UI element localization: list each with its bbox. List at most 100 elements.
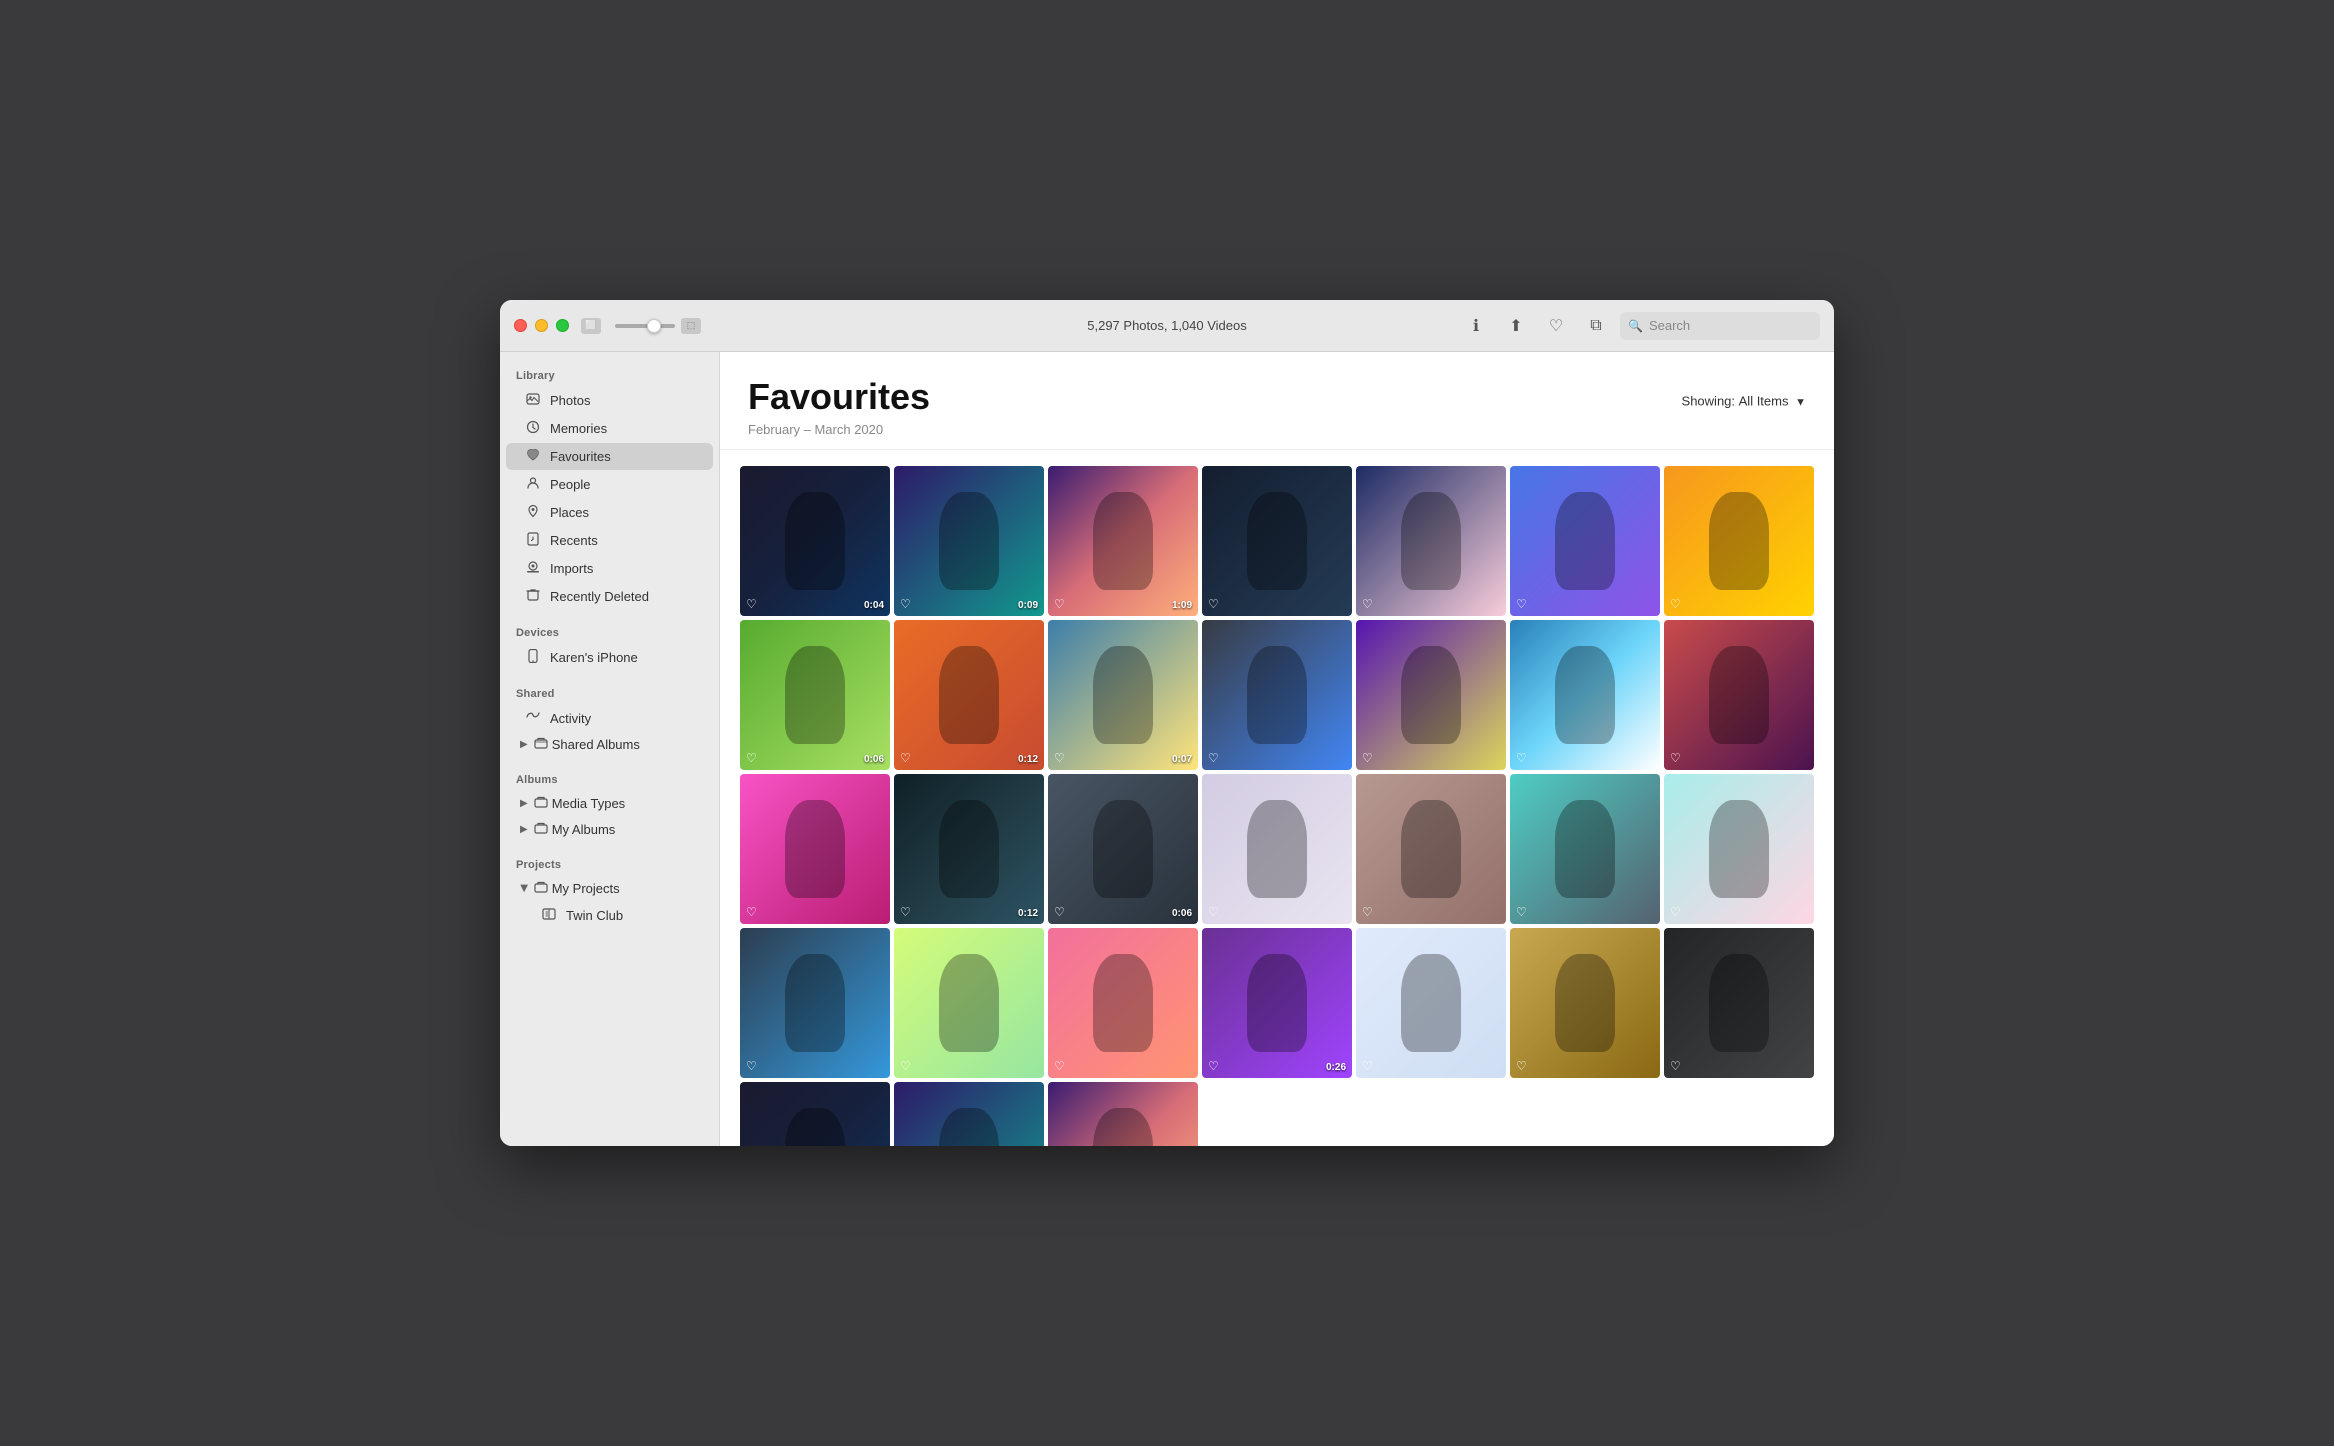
heart-icon-24: ♡ — [1054, 1059, 1065, 1073]
sidebar-item-memories[interactable]: Memories — [506, 415, 713, 442]
photo-cell-19[interactable]: ♡ — [1356, 774, 1506, 924]
close-button[interactable] — [514, 319, 527, 332]
photo-cell-13[interactable]: ♡ — [1510, 620, 1660, 770]
photo-cell-7[interactable]: ♡ — [1664, 466, 1814, 616]
sidebar-item-my-projects[interactable]: ▶ My Projects — [506, 876, 713, 901]
sidebar-item-twin-club[interactable]: Twin Club — [506, 902, 713, 928]
photo-figure-13 — [1555, 646, 1615, 744]
photo-cell-21[interactable]: ♡ — [1664, 774, 1814, 924]
sidebar-item-my-albums[interactable]: ▶ My Albums — [506, 817, 713, 842]
heart-icon-19: ♡ — [1362, 905, 1373, 919]
share-button[interactable]: ⬆ — [1500, 310, 1532, 342]
sidebar-item-places[interactable]: Places — [506, 499, 713, 526]
photo-cell-31[interactable]: 0:25♡ — [1048, 1082, 1198, 1146]
heart-icon-5: ♡ — [1362, 597, 1373, 611]
heart-icon-23: ♡ — [900, 1059, 911, 1073]
sidebar: Library Photos — [500, 352, 720, 1146]
photo-cell-17[interactable]: 0:06♡ — [1048, 774, 1198, 924]
photo-content-1 — [740, 466, 890, 616]
photo-cell-28[interactable]: ♡ — [1664, 928, 1814, 1078]
photo-figure-30 — [939, 1108, 999, 1146]
sidebar-item-shared-albums[interactable]: ▶ Shared Albums — [506, 732, 713, 757]
activity-label: Activity — [550, 711, 591, 726]
twin-club-icon — [540, 907, 558, 923]
maximize-button[interactable] — [556, 319, 569, 332]
photo-cell-25[interactable]: 0:26♡ — [1202, 928, 1352, 1078]
media-types-icon — [534, 796, 548, 811]
photo-cell-20[interactable]: ♡ — [1510, 774, 1660, 924]
photo-content-5 — [1356, 466, 1506, 616]
toolbar-right: ℹ ⬆ ♡ ⧉ 🔍 Search — [1460, 310, 1820, 342]
photo-cell-5[interactable]: ♡ — [1356, 466, 1506, 616]
favourite-button[interactable]: ♡ — [1540, 310, 1572, 342]
photo-content-28 — [1664, 928, 1814, 1078]
slideshow-button[interactable]: ⧉ — [1580, 310, 1612, 342]
photo-cell-12[interactable]: ♡ — [1356, 620, 1506, 770]
titlebar: ⬜ ⬚ 5,297 Photos, 1,040 Videos ℹ ⬆ ♡ ⧉ 🔍… — [500, 300, 1834, 352]
photo-figure-25 — [1247, 954, 1307, 1052]
photo-cell-18[interactable]: ♡ — [1202, 774, 1352, 924]
photo-cell-22[interactable]: ♡ — [740, 928, 890, 1078]
minimize-button[interactable] — [535, 319, 548, 332]
activity-icon — [524, 710, 542, 726]
albums-section-title: Albums — [500, 766, 719, 790]
photo-content-8 — [740, 620, 890, 770]
photo-cell-2[interactable]: 0:09♡ — [894, 466, 1044, 616]
iphone-icon — [524, 649, 542, 666]
sidebar-item-activity[interactable]: Activity — [506, 705, 713, 731]
places-label: Places — [550, 505, 589, 520]
media-types-expand-icon: ▶ — [520, 798, 528, 809]
photo-cell-27[interactable]: ♡ — [1510, 928, 1660, 1078]
photo-figure-31 — [1093, 1108, 1153, 1146]
photo-cell-6[interactable]: ♡ — [1510, 466, 1660, 616]
heart-icon-3: ♡ — [1054, 597, 1065, 611]
video-duration-9: 0:12 — [1018, 754, 1038, 765]
video-duration-10: 0:07 — [1172, 754, 1192, 765]
photo-cell-29[interactable]: ♡ — [740, 1082, 890, 1146]
photo-cell-3[interactable]: 1:09♡ — [1048, 466, 1198, 616]
heart-icon-2: ♡ — [900, 597, 911, 611]
sidebar-item-media-types[interactable]: ▶ Media Types — [506, 791, 713, 816]
photo-cell-23[interactable]: ♡ — [894, 928, 1044, 1078]
photo-cell-30[interactable]: 0:08♡ — [894, 1082, 1044, 1146]
sidebar-item-imports[interactable]: Imports — [506, 555, 713, 582]
sidebar-toggle-icon[interactable]: ⬜ — [581, 318, 601, 334]
showing-filter[interactable]: Showing: All Items ▼ — [1682, 393, 1806, 408]
heart-icon-8: ♡ — [746, 751, 757, 765]
sidebar-item-karens-iphone[interactable]: Karen's iPhone — [506, 644, 713, 671]
sidebar-item-people[interactable]: People — [506, 471, 713, 498]
library-section-title: Library — [500, 362, 719, 386]
photo-content-7 — [1664, 466, 1814, 616]
photo-cell-24[interactable]: ♡ — [1048, 928, 1198, 1078]
sidebar-item-recently-deleted[interactable]: Recently Deleted — [506, 583, 713, 610]
fullscreen-icon[interactable]: ⬚ — [681, 318, 701, 334]
heart-icon-28: ♡ — [1670, 1059, 1681, 1073]
sidebar-item-favourites[interactable]: Favourites — [506, 443, 713, 470]
photo-content-4 — [1202, 466, 1352, 616]
heart-icon-4: ♡ — [1208, 597, 1219, 611]
photo-cell-9[interactable]: 0:12♡ — [894, 620, 1044, 770]
photo-cell-26[interactable]: ♡ — [1356, 928, 1506, 1078]
heart-icon-26: ♡ — [1362, 1059, 1373, 1073]
photo-cell-11[interactable]: ♡ — [1202, 620, 1352, 770]
memories-label: Memories — [550, 421, 607, 436]
video-duration-25: 0:26 — [1326, 1062, 1346, 1073]
info-button[interactable]: ℹ — [1460, 310, 1492, 342]
photo-figure-18 — [1247, 800, 1307, 898]
search-box[interactable]: 🔍 Search — [1620, 312, 1820, 340]
photo-cell-15[interactable]: ♡ — [740, 774, 890, 924]
photo-cell-8[interactable]: 0:06♡ — [740, 620, 890, 770]
photo-cell-16[interactable]: 0:12♡ — [894, 774, 1044, 924]
photo-content-9 — [894, 620, 1044, 770]
photo-cell-1[interactable]: 0:04♡ — [740, 466, 890, 616]
zoom-slider[interactable] — [615, 324, 675, 328]
photo-figure-9 — [939, 646, 999, 744]
photo-cell-4[interactable]: ♡ — [1202, 466, 1352, 616]
sidebar-item-recents[interactable]: Recents — [506, 527, 713, 554]
sidebar-item-photos[interactable]: Photos — [506, 387, 713, 414]
photo-cell-14[interactable]: ♡ — [1664, 620, 1814, 770]
favourites-label: Favourites — [550, 449, 611, 464]
photo-cell-10[interactable]: 0:07♡ — [1048, 620, 1198, 770]
heart-icon-22: ♡ — [746, 1059, 757, 1073]
photo-content-3 — [1048, 466, 1198, 616]
